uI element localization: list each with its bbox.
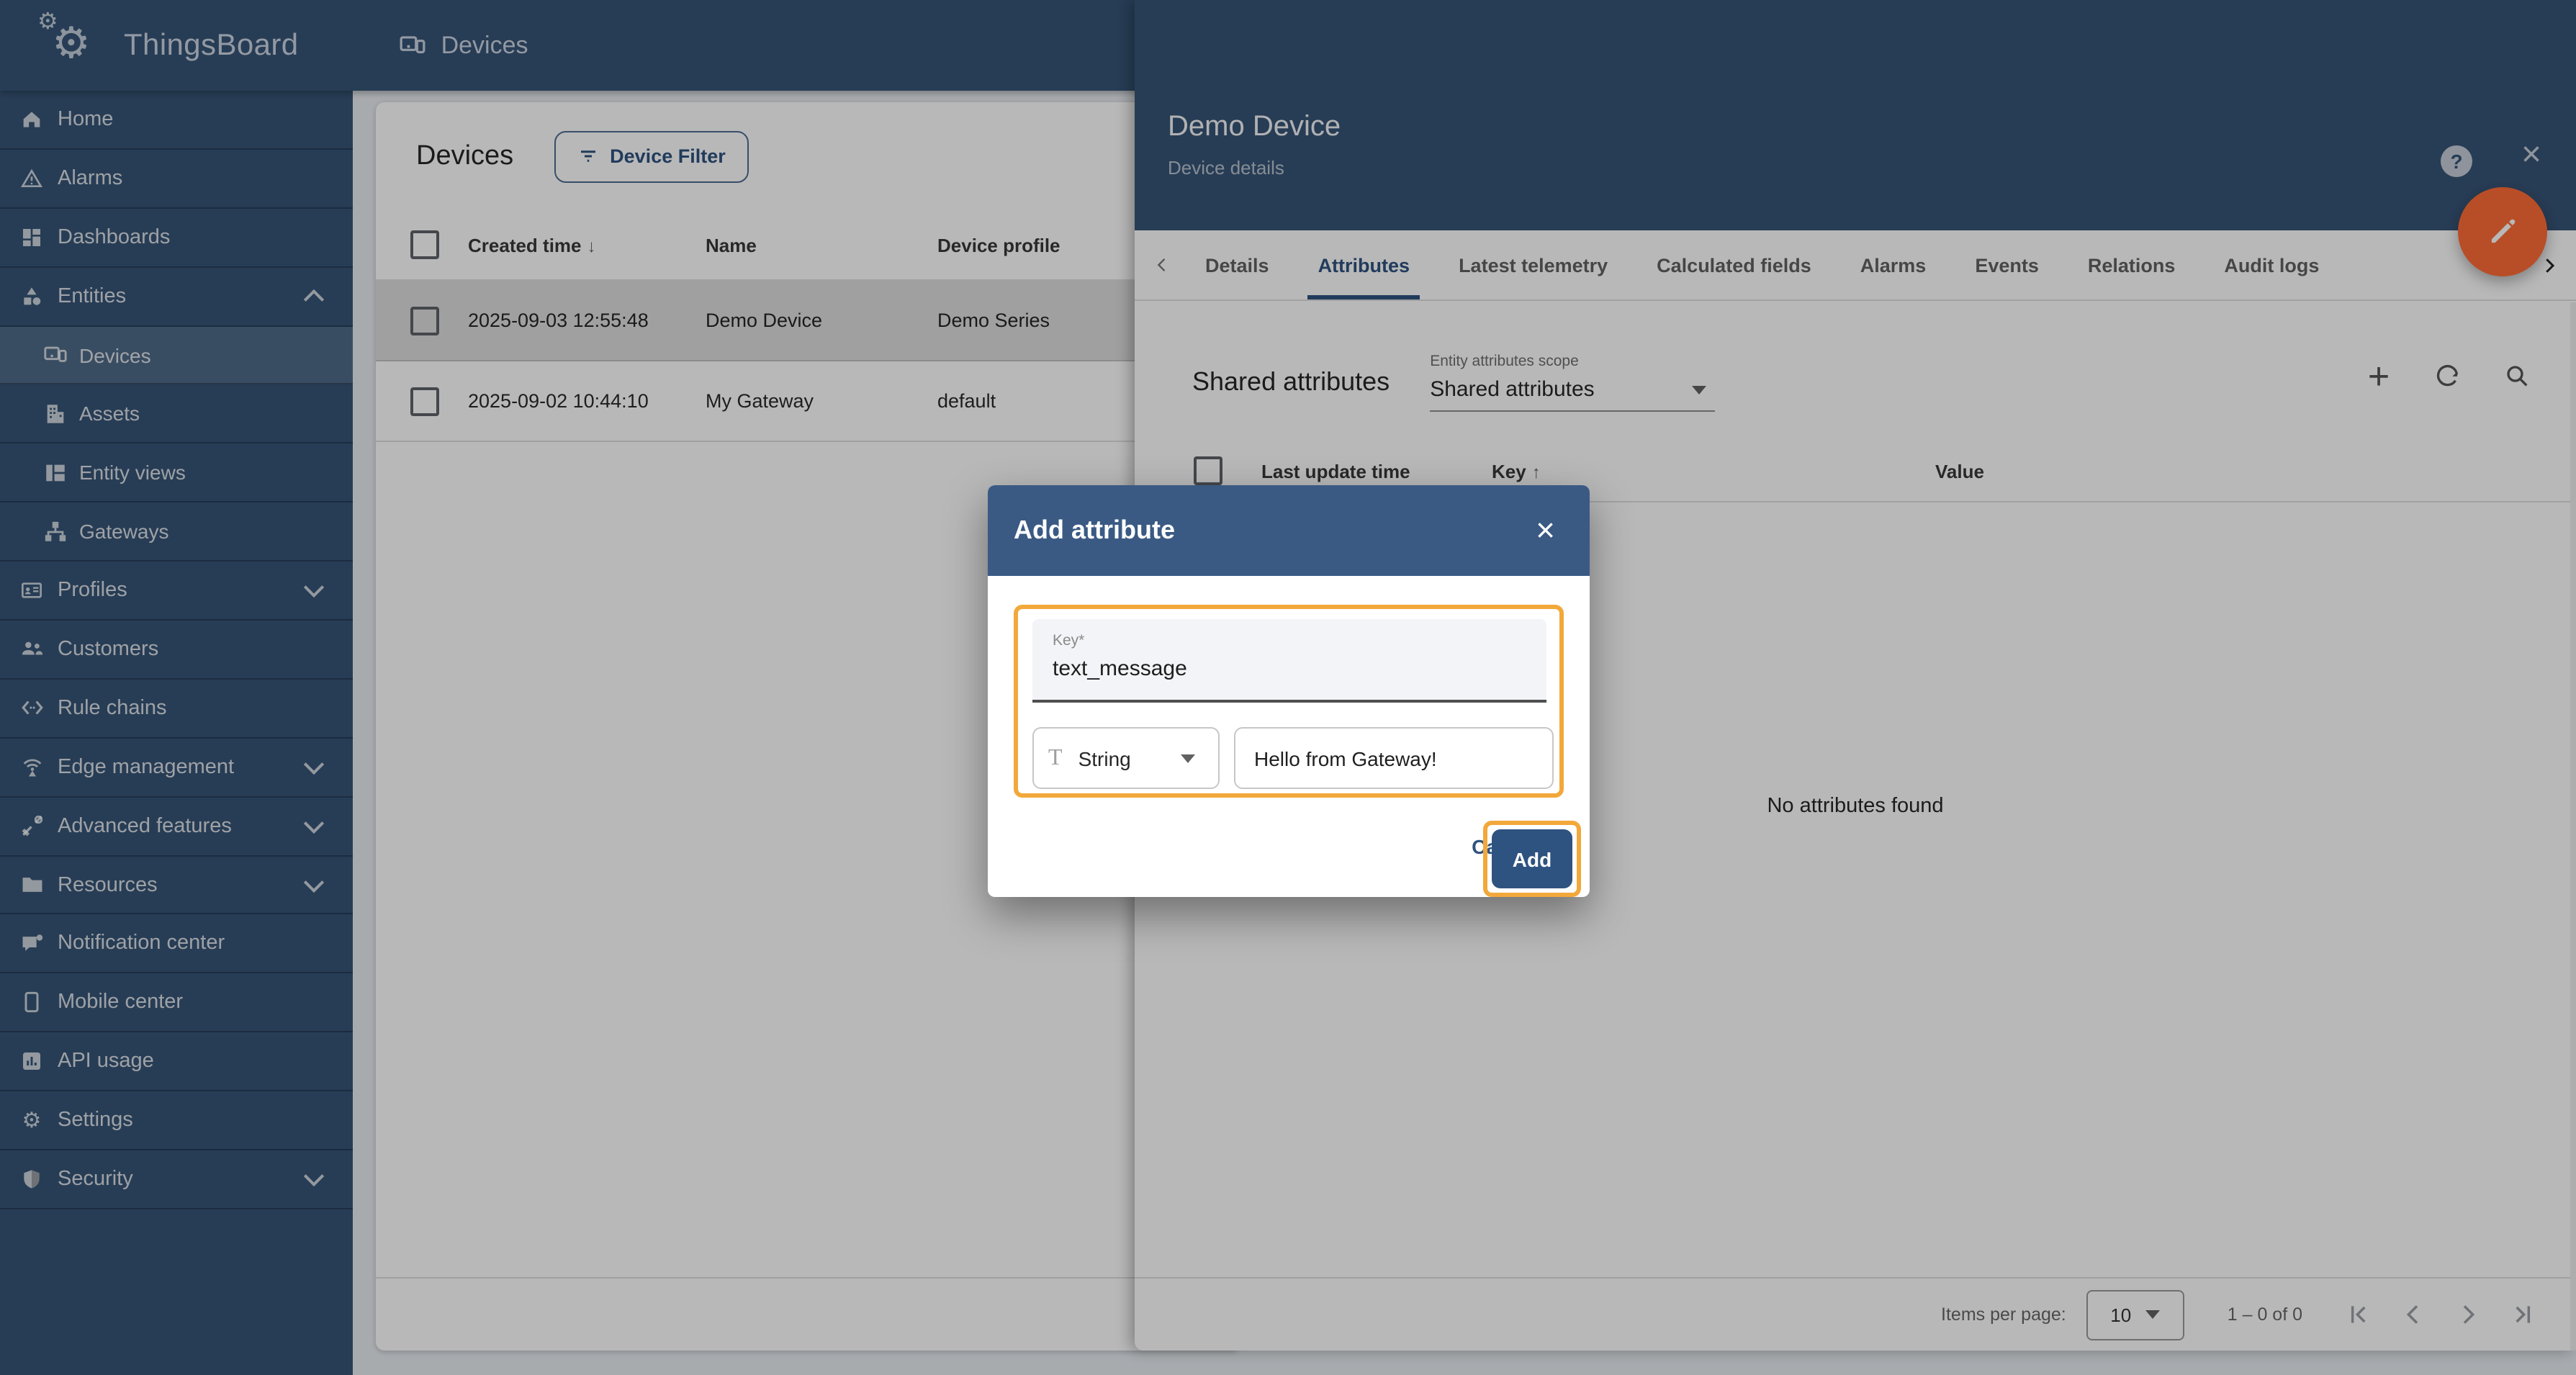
attribute-value-text: Hello from Gateway!: [1254, 747, 1437, 770]
dialog-header: Add attribute ×: [988, 485, 1590, 576]
add-button[interactable]: Add: [1492, 829, 1572, 888]
key-input-label: Key*: [1053, 632, 1085, 649]
thingsboard-app: Devices Device Filter Created time ↓ Name…: [0, 0, 2576, 1375]
text-type-icon: T: [1048, 745, 1063, 770]
dialog-close-icon[interactable]: ×: [1527, 513, 1564, 549]
add-attribute-dialog: Add attribute × Key* text_message T Stri…: [988, 485, 1590, 897]
key-input[interactable]: Key* text_message: [1032, 619, 1546, 703]
dialog-title: Add attribute: [1014, 515, 1175, 544]
value-type-value: String: [1078, 747, 1131, 770]
value-type-select[interactable]: T String: [1032, 727, 1220, 789]
attribute-value-input[interactable]: Hello from Gateway!: [1234, 727, 1554, 789]
key-input-value: text_message: [1053, 657, 1187, 681]
chevron-down-icon: [1181, 754, 1195, 762]
